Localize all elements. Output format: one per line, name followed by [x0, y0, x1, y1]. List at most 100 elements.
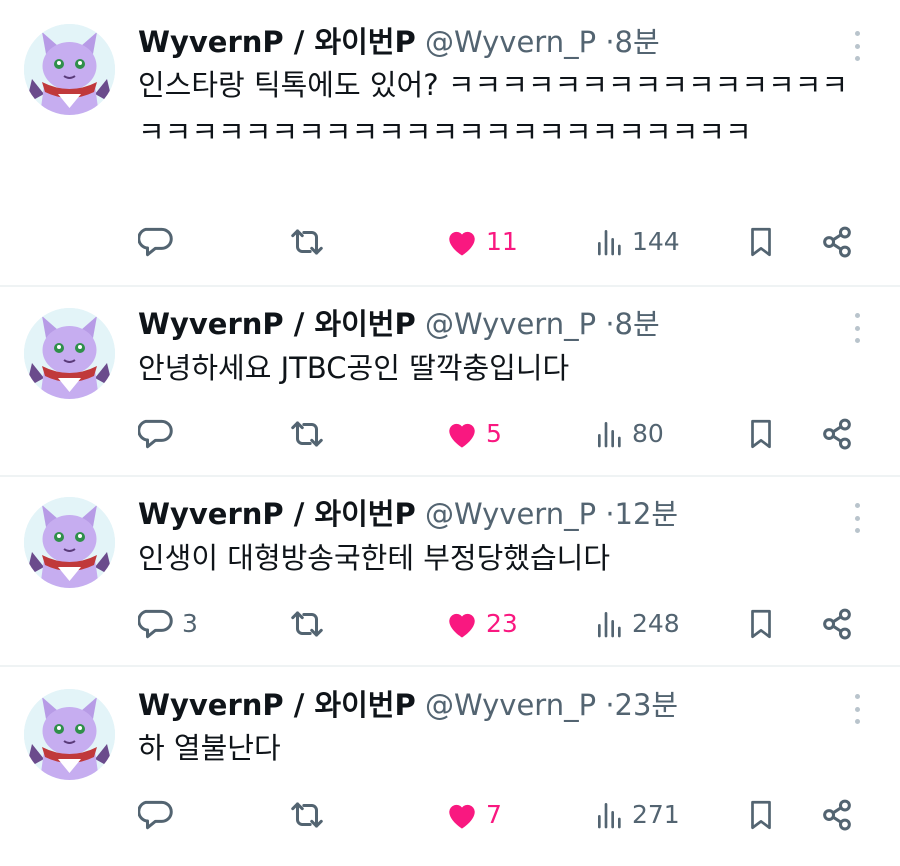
action-bar: 7 271: [138, 795, 860, 835]
tweet-feed: WyvernP / 와이번P @Wyvern_P ·8분 인스타랑 틱톡에도 있…: [0, 0, 900, 866]
heart-icon: [449, 231, 475, 256]
retweet-button[interactable]: [288, 222, 326, 262]
views-button[interactable]: 80: [594, 414, 664, 454]
views-icon: [598, 230, 621, 256]
views-icon: [598, 612, 621, 638]
reply-button[interactable]: [138, 414, 182, 454]
tweet[interactable]: WyvernP / 와이번P @Wyvern_P ·8분 인스타랑 틱톡에도 있…: [0, 0, 900, 285]
action-bar: 3 23 248: [138, 604, 860, 644]
reply-button[interactable]: [138, 222, 182, 262]
view-count: 80: [632, 419, 664, 448]
heart-icon: [449, 423, 475, 448]
separator-dot: ·: [605, 307, 615, 341]
views-icon: [598, 803, 621, 829]
tweet-text: 인생이 대형방송국한테 부정당했습니다: [138, 541, 610, 575]
like-button[interactable]: 5: [444, 414, 502, 454]
tweet[interactable]: WyvernP / 와이번P @Wyvern_P ·8분 안녕하세요 JTBC공…: [0, 287, 900, 475]
retweet-button[interactable]: [288, 795, 326, 835]
reply-icon: [138, 609, 173, 639]
views-button[interactable]: 144: [594, 222, 680, 262]
dragon-avatar-icon: [24, 689, 115, 780]
reply-button[interactable]: [138, 795, 182, 835]
bookmark-button[interactable]: [744, 414, 778, 454]
separator-dot: ·: [605, 497, 615, 531]
author-name[interactable]: WyvernP / 와이번P: [138, 497, 416, 531]
retweet-icon: [291, 611, 323, 637]
bookmark-icon: [751, 419, 771, 449]
avatar[interactable]: [24, 24, 115, 115]
view-count: 248: [632, 609, 680, 638]
avatar[interactable]: [24, 308, 115, 399]
retweet-button[interactable]: [288, 414, 326, 454]
timestamp[interactable]: 8분: [615, 25, 660, 59]
like-count: 23: [486, 609, 518, 638]
author-handle[interactable]: @Wyvern_P: [425, 25, 596, 59]
share-icon: [823, 799, 851, 831]
author-handle[interactable]: @Wyvern_P: [425, 688, 596, 722]
share-button[interactable]: [818, 604, 856, 644]
bookmark-button[interactable]: [744, 604, 778, 644]
share-button[interactable]: [818, 414, 856, 454]
views-icon: [598, 422, 621, 448]
bookmark-button[interactable]: [744, 222, 778, 262]
reply-icon: [138, 419, 173, 449]
views-button[interactable]: 248: [594, 604, 680, 644]
action-bar: 11 144: [138, 222, 860, 262]
tweet[interactable]: WyvernP / 와이번P @Wyvern_P ·12분 인생이 대형방송국한…: [0, 477, 900, 665]
like-button[interactable]: 11: [444, 222, 518, 262]
share-icon: [823, 226, 851, 258]
view-count: 144: [632, 227, 680, 256]
bookmark-icon: [751, 800, 771, 830]
separator-dot: ·: [605, 688, 615, 722]
author-name[interactable]: WyvernP / 와이번P: [138, 25, 416, 59]
timestamp[interactable]: 8분: [615, 307, 660, 341]
like-count: 7: [486, 800, 502, 829]
separator-dot: ·: [605, 25, 615, 59]
bookmark-icon: [751, 609, 771, 639]
share-button[interactable]: [818, 222, 856, 262]
tweet-text: 인스타랑 틱톡에도 있어? ㅋㅋㅋㅋㅋㅋㅋㅋㅋㅋㅋㅋㅋㅋㅋㅋㅋㅋㅋㅋㅋㅋㅋㅋㅋㅋ…: [138, 68, 849, 149]
bookmark-icon: [751, 227, 771, 257]
like-button[interactable]: 23: [444, 604, 518, 644]
tweet-text: 안녕하세요 JTBC공인 딸깍충입니다: [138, 351, 570, 385]
views-button[interactable]: 271: [594, 795, 680, 835]
author-name[interactable]: WyvernP / 와이번P: [138, 688, 416, 722]
timestamp[interactable]: 23분: [615, 688, 679, 722]
timestamp[interactable]: 12분: [615, 497, 679, 531]
tweet[interactable]: WyvernP / 와이번P @Wyvern_P ·23분 하 열불난다 7 2…: [0, 667, 900, 866]
dragon-avatar-icon: [24, 24, 115, 115]
like-button[interactable]: 7: [444, 795, 502, 835]
more-options-icon[interactable]: [850, 31, 864, 61]
share-icon: [823, 608, 851, 640]
more-options-icon[interactable]: [850, 503, 864, 533]
tweet-text: 하 열불난다: [138, 731, 281, 765]
reply-icon: [138, 800, 173, 830]
like-count: 5: [486, 419, 502, 448]
heart-icon: [449, 613, 475, 638]
reply-icon: [138, 227, 173, 257]
action-bar: 5 80: [138, 414, 860, 454]
retweet-icon: [291, 802, 323, 828]
more-options-icon[interactable]: [850, 694, 864, 724]
avatar[interactable]: [24, 497, 115, 588]
more-options-icon[interactable]: [850, 313, 864, 343]
heart-icon: [449, 804, 475, 829]
avatar[interactable]: [24, 689, 115, 780]
author-handle[interactable]: @Wyvern_P: [425, 497, 596, 531]
share-button[interactable]: [818, 795, 856, 835]
reply-count: 3: [182, 609, 198, 638]
author-handle[interactable]: @Wyvern_P: [425, 307, 596, 341]
retweet-button[interactable]: [288, 604, 326, 644]
like-count: 11: [486, 227, 518, 256]
share-icon: [823, 418, 851, 450]
retweet-icon: [291, 229, 323, 255]
tweet-header: WyvernP / 와이번P @Wyvern_P ·8분: [138, 304, 840, 344]
tweet-header: WyvernP / 와이번P @Wyvern_P ·23분: [138, 685, 840, 725]
reply-button[interactable]: 3: [138, 604, 198, 644]
view-count: 271: [632, 800, 680, 829]
bookmark-button[interactable]: [744, 795, 778, 835]
dragon-avatar-icon: [24, 308, 115, 399]
author-name[interactable]: WyvernP / 와이번P: [138, 307, 416, 341]
tweet-header: WyvernP / 와이번P @Wyvern_P ·12분: [138, 494, 840, 534]
tweet-header: WyvernP / 와이번P @Wyvern_P ·8분: [138, 22, 840, 62]
